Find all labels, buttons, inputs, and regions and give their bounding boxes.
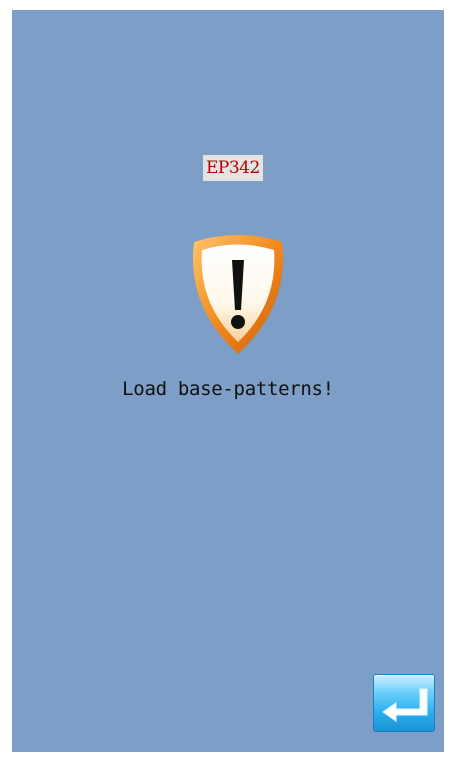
alarm-screen: EP342 Load base-patterns! — [12, 10, 444, 752]
return-button[interactable] — [373, 674, 435, 732]
return-arrow-icon — [382, 688, 428, 722]
alarm-message: Load base-patterns! — [122, 378, 334, 400]
error-code-label: EP342 — [203, 155, 263, 181]
warning-shield-icon — [186, 232, 290, 356]
